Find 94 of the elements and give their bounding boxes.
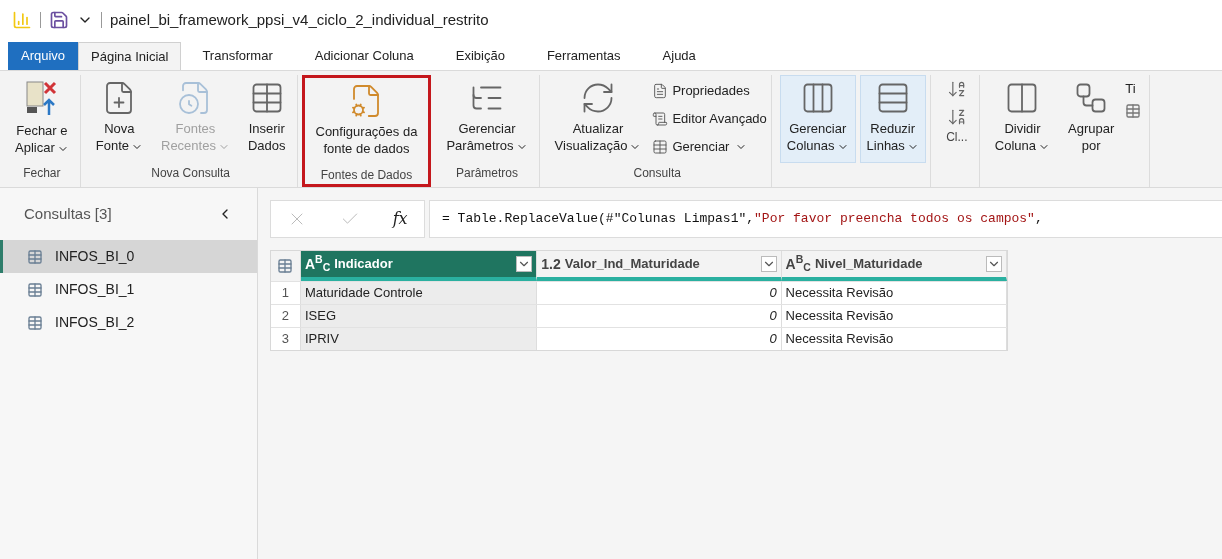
group-label: Fontes de Dados: [320, 167, 413, 184]
ribbon-button[interactable]: Configurações da fonte de dados: [308, 78, 425, 166]
group-label: Consulta: [633, 165, 681, 182]
button-label: Gerenciar: [457, 120, 517, 137]
table-cell: Necessita Revisão: [781, 282, 1007, 304]
button-label: Nova: [103, 120, 136, 137]
query-label: INFOS_BI_2: [55, 313, 135, 332]
table-cell: 0: [537, 282, 782, 304]
group-label: Nova Consulta: [151, 165, 230, 182]
query-item[interactable]: INFOS_BI_2: [0, 306, 257, 339]
table-icon: [27, 314, 43, 331]
sort-ascending-icon[interactable]: [946, 79, 967, 99]
row-number: 3: [271, 328, 301, 350]
sort-descending-icon[interactable]: [946, 107, 967, 127]
button-label: Fonte: [95, 137, 143, 154]
column-header[interactable]: A$^{B}$$_{C}$ Indicador: [300, 251, 538, 281]
filter-dropdown-icon[interactable]: [516, 256, 533, 272]
button-label: Agrupar: [1068, 120, 1115, 137]
ribbon-button[interactable]: Dividir Coluna: [987, 75, 1058, 163]
table-cell: IPRIV: [300, 328, 538, 350]
table-icon: [1125, 102, 1142, 119]
ribbon-tab[interactable]: Página Inicial: [78, 42, 182, 70]
queries-title: Consultas [3]: [24, 203, 112, 224]
type-label: 1.2: [541, 254, 561, 274]
column-header[interactable]: A$^{B}$$_{C}$ Nivel_Maturidade: [781, 251, 1007, 281]
button-label: Atualizar: [571, 120, 625, 137]
button-label: Aplicar: [15, 139, 69, 156]
button-label: Dados: [247, 137, 286, 154]
button-label: Fontes: [174, 120, 217, 137]
function-icon[interactable]: fx: [392, 207, 408, 231]
editor-icon: [652, 111, 669, 127]
button-label: Visualização: [554, 137, 642, 154]
button-label: Fechar e: [15, 122, 69, 139]
ribbon-button[interactable]: Nova Fonte: [88, 75, 150, 163]
button-label: Coluna: [994, 137, 1051, 154]
ribbon-tab[interactable]: Ferramentas: [533, 42, 634, 70]
query-label: INFOS_BI_1: [55, 280, 135, 299]
ribbon-button[interactable]: Gerenciar Colunas: [779, 75, 856, 163]
app-logo-icon: [12, 10, 32, 30]
column-name: Valor_Ind_Maturidade: [564, 255, 701, 274]
ribbon-small-button[interactable]: Editor Avançado: [652, 107, 767, 131]
group-label: Fechar: [23, 165, 61, 182]
ribbon-tab[interactable]: Exibição: [442, 42, 518, 70]
button-label: por: [1080, 137, 1102, 154]
table-menu-icon[interactable]: [277, 258, 294, 274]
button-label: Parâmetros: [446, 137, 528, 154]
table-cell: Maturidade Controle: [300, 282, 538, 304]
filter-dropdown-icon[interactable]: [986, 256, 1002, 272]
row-number: 2: [271, 305, 301, 327]
ribbon-button[interactable]: Gerenciar Parâmetros: [439, 75, 535, 163]
save-icon[interactable]: [49, 10, 69, 30]
ribbon-small-button[interactable]: Propriedades: [652, 79, 767, 103]
ribbon-button[interactable]: Inserir Dados: [240, 75, 293, 163]
ribbon-small-button[interactable]: Gerenciar: [652, 135, 767, 159]
ribbon-button[interactable]: Reduzir Linhas: [859, 75, 926, 163]
table-cell: ISEG: [300, 305, 538, 327]
ribbon-button[interactable]: Fechar e Aplicar: [8, 75, 76, 163]
button-label: Recentes: [161, 137, 230, 154]
group-label: Cl...: [946, 129, 968, 146]
button-label: Inserir: [247, 120, 286, 137]
file-tab[interactable]: Arquivo: [8, 42, 79, 70]
ribbon-tab[interactable]: Adicionar Coluna: [301, 42, 427, 70]
filter-dropdown-icon[interactable]: [760, 256, 777, 272]
column-header[interactable]: 1.2 Valor_Ind_Maturidade: [537, 251, 782, 281]
button-label: fonte de dados: [322, 140, 411, 157]
table-cell: Necessita Revisão: [781, 328, 1007, 350]
column-name: Nivel_Maturidade: [814, 255, 924, 274]
ribbon-button[interactable]: Atualizar Visualização: [547, 75, 649, 163]
query-item[interactable]: INFOS_BI_0: [0, 240, 257, 273]
table-icon: [652, 139, 669, 155]
table-cell: Necessita Revisão: [781, 305, 1007, 327]
query-item[interactable]: INFOS_BI_1: [0, 273, 257, 306]
close-apply-icon: [24, 80, 59, 118]
button-label: Linhas: [866, 137, 919, 154]
properties-icon: [652, 83, 669, 99]
table-cell: 0: [537, 328, 782, 350]
ribbon-tab[interactable]: Transformar: [189, 42, 286, 70]
table-icon: [27, 248, 43, 265]
button-label: Configurações da: [315, 123, 418, 140]
ribbon-button[interactable]: Agrupar por: [1061, 75, 1122, 163]
button-label: Colunas: [786, 137, 849, 154]
button-label: Reduzir: [869, 120, 917, 137]
query-label: INFOS_BI_0: [55, 247, 135, 266]
group-label: Parâmetros: [456, 165, 518, 182]
column-name: Indicador: [334, 255, 394, 274]
row-number: 1: [271, 282, 301, 304]
ribbon-tab[interactable]: Ajuda: [649, 42, 709, 70]
window-title: painel_bi_framework_ppsi_v4_ciclo_2_individual_restrito: [110, 9, 489, 30]
table-cell: 0: [537, 305, 782, 327]
ribbon-label: Ti: [1125, 80, 1137, 98]
table-icon: [27, 281, 43, 298]
formula-field[interactable]: = Table.ReplaceValue(#"Colunas Limpas1","Por favor preencha todos os campos",: [429, 200, 1222, 238]
button-label: Dividir: [1003, 120, 1042, 137]
button-label: Gerenciar: [788, 120, 848, 137]
